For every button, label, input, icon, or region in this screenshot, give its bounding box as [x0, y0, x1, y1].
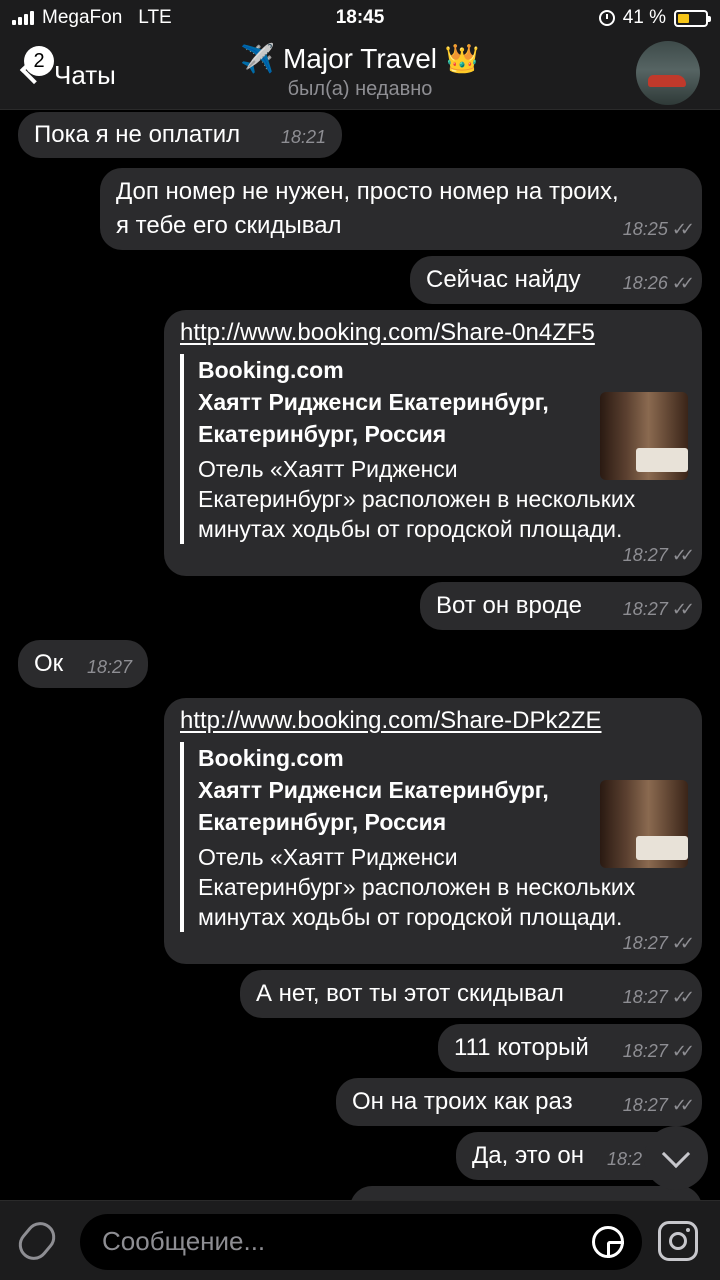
read-check-icon: ✓✓	[671, 219, 695, 239]
link-preview[interactable]: Booking.com Хаятт Ридженси Екатеринбург,…	[180, 354, 636, 544]
preview-desc-line: Отель «Хаятт Ридженси	[198, 456, 458, 482]
scroll-down-button[interactable]	[644, 1126, 708, 1190]
hotel-thumbnail[interactable]	[600, 392, 688, 480]
message-outgoing[interactable]: Доп номер не нужен, просто номер на трои…	[100, 168, 702, 250]
message-text-line: я тебе его скидывал	[116, 212, 342, 239]
message-input[interactable]: Сообщение...	[80, 1214, 642, 1270]
avatar[interactable]	[636, 41, 700, 105]
message-link-preview[interactable]: http://www.booking.com/Share-0n4ZF5 Book…	[164, 310, 702, 576]
message-outgoing[interactable]: А нет, вот ты этот скидывал 18:27 ✓✓	[240, 970, 702, 1018]
battery-icon	[674, 9, 711, 27]
message-text-line: Доп номер не нужен, просто номер на трои…	[116, 178, 619, 205]
message-time: 18:27 ✓✓	[622, 1041, 695, 1061]
message-time: 18:26 ✓✓	[622, 273, 695, 293]
message-outgoing[interactable]: Вот он вроде 18:27 ✓✓	[420, 582, 702, 630]
hotel-thumbnail[interactable]	[600, 780, 688, 868]
read-check-icon: ✓✓	[671, 1095, 695, 1115]
alarm-icon	[598, 10, 615, 26]
camera-icon[interactable]	[658, 1221, 698, 1261]
booking-link[interactable]: http://www.booking.com/Share-0n4ZF5	[180, 316, 686, 350]
message-time: 18:27 ✓✓	[622, 1095, 695, 1115]
message-time: 18:25 ✓✓	[622, 219, 695, 239]
sticker-icon[interactable]	[592, 1226, 624, 1258]
chat-title[interactable]: ✈️ Major Travel 👑	[0, 42, 720, 75]
preview-desc-line: Отель «Хаятт Ридженси	[198, 844, 458, 870]
status-bar: MegaFon LTE 18:45 41 %	[0, 0, 720, 36]
read-check-icon: ✓✓	[671, 545, 695, 565]
preview-title-line: Екатеринбург, Россия	[198, 809, 447, 835]
read-check-icon: ✓✓	[671, 1041, 695, 1061]
message-text: А нет, вот ты этот скидывал	[256, 980, 564, 1007]
paperclip-icon[interactable]	[12, 1216, 62, 1266]
message-link-preview[interactable]: http://www.booking.com/Share-DPk2ZE Book…	[164, 698, 702, 964]
link-preview[interactable]: Booking.com Хаятт Ридженси Екатеринбург,…	[180, 742, 636, 932]
chat-header: 2 Чаты ✈️ Major Travel 👑 был(а) недавно	[0, 36, 720, 110]
message-time: 18:27	[86, 657, 132, 677]
message-incoming[interactable]: Ок 18:27	[18, 640, 148, 688]
message-time: 18:27 ✓✓	[622, 599, 695, 619]
message-placeholder: Сообщение...	[102, 1226, 266, 1256]
message-time: 18:2	[606, 1149, 642, 1169]
message-outgoing[interactable]: Сейчас найду 18:26 ✓✓	[410, 256, 702, 304]
message-outgoing[interactable]: 111 который 18:27 ✓✓	[438, 1024, 702, 1072]
preview-desc-line: Екатеринбург» расположен в нескольких	[198, 874, 636, 900]
read-check-icon: ✓✓	[671, 987, 695, 1007]
message-outgoing[interactable]: Он на троих как раз 18:27 ✓✓	[336, 1078, 702, 1126]
booking-link[interactable]: http://www.booking.com/Share-DPk2ZE	[180, 704, 686, 738]
message-time: 18:27 ✓✓	[622, 987, 695, 1007]
message-incoming[interactable]: Пока я не оплатил 18:21	[18, 112, 342, 158]
preview-desc-line: Екатеринбург» расположен в нескольких	[198, 486, 636, 512]
message-time: 18:21	[280, 127, 326, 147]
read-check-icon: ✓✓	[671, 599, 695, 619]
preview-title-line: Хаятт Ридженси Екатеринбург,	[198, 389, 549, 415]
message-time: 18:27 ✓✓	[622, 933, 695, 953]
chevron-down-icon	[661, 1139, 691, 1169]
message-input-bar: Сообщение...	[0, 1200, 720, 1280]
read-check-icon: ✓✓	[671, 273, 695, 293]
preview-title-line: Екатеринбург, Россия	[198, 421, 447, 447]
chat-status: был(а) недавно	[287, 78, 433, 100]
preview-site: Booking.com	[198, 745, 344, 771]
battery-percent: 41 %	[622, 7, 666, 28]
preview-site: Booking.com	[198, 357, 344, 383]
read-check-icon: ✓✓	[671, 933, 695, 953]
preview-title-line: Хаятт Ридженси Екатеринбург,	[198, 777, 549, 803]
message-time: 18:27 ✓✓	[622, 545, 695, 565]
preview-desc-line: минутах ходьбы от городской площади.	[198, 904, 623, 930]
preview-desc-line: минутах ходьбы от городской площади.	[198, 516, 623, 542]
